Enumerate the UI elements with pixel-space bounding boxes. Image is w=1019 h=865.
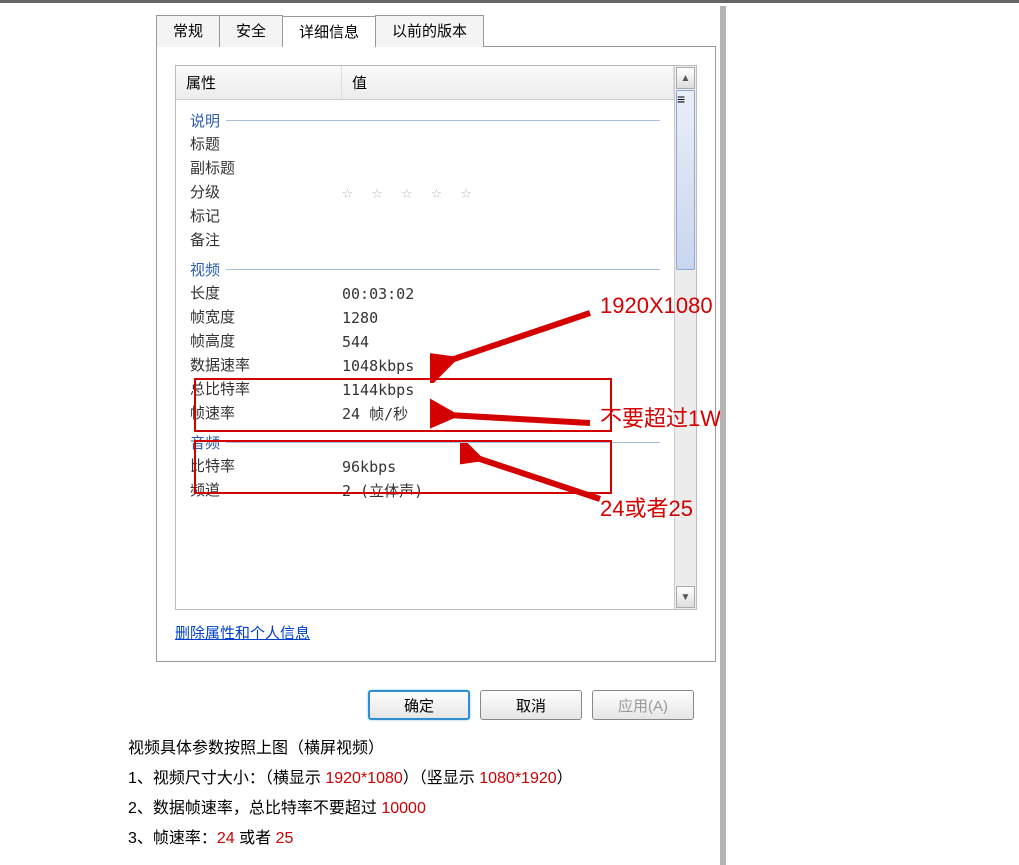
column-attribute[interactable]: 属性 bbox=[176, 66, 342, 99]
remove-properties-link[interactable]: 删除属性和个人信息 bbox=[175, 622, 310, 643]
group-description: 说明 bbox=[190, 104, 660, 133]
cancel-button[interactable]: 取消 bbox=[480, 690, 582, 720]
row-subtitle[interactable]: 副标题 bbox=[190, 157, 660, 181]
row-data-rate[interactable]: 数据速率1048kbps bbox=[190, 354, 660, 378]
annotation-resolution: 1920X1080 bbox=[600, 293, 713, 319]
row-audio-bitrate[interactable]: 比特率96kbps bbox=[190, 455, 660, 479]
row-length[interactable]: 长度00:03:02 bbox=[190, 282, 660, 306]
annotation-fps: 24或者25 bbox=[600, 491, 693, 523]
tab-details[interactable]: 详细信息 bbox=[282, 16, 376, 48]
caption-line3: 2、数据帧速率，总比特率不要超过 10000 bbox=[128, 794, 1019, 824]
caption-line4: 3、帧速率：24 或者 25 bbox=[128, 824, 1019, 854]
scrollbar: ▲ ≡ ▼ bbox=[674, 66, 696, 609]
row-total-bitrate[interactable]: 总比特率1144kbps bbox=[190, 378, 660, 402]
row-frame-width[interactable]: 帧宽度1280 bbox=[190, 306, 660, 330]
row-framerate[interactable]: 帧速率24 帧/秒 bbox=[190, 402, 660, 426]
row-comments[interactable]: 备注 bbox=[190, 229, 660, 253]
ok-button[interactable]: 确定 bbox=[368, 690, 470, 720]
group-video: 视频 bbox=[190, 253, 660, 282]
details-panel: 属性 值 说明 标题 副标题 分级☆ ☆ ☆ ☆ ☆ 标记 备注 视频 长度00… bbox=[156, 46, 716, 662]
scroll-thumb[interactable]: ≡ bbox=[676, 90, 695, 270]
scroll-down-button[interactable]: ▼ bbox=[676, 586, 695, 608]
row-tags[interactable]: 标记 bbox=[190, 205, 660, 229]
caption: 视频具体参数按照上图（横屏视频） 1、视频尺寸大小：（横显示 1920*1080… bbox=[128, 734, 1019, 854]
caption-line2: 1、视频尺寸大小：（横显示 1920*1080）（竖显示 1080*1920） bbox=[128, 764, 1019, 794]
tab-security[interactable]: 安全 bbox=[219, 15, 283, 47]
tab-general[interactable]: 常规 bbox=[156, 15, 220, 47]
dialog-button-bar: 确定 取消 应用(A) bbox=[128, 690, 694, 720]
screenshot-edge bbox=[720, 6, 726, 865]
scroll-up-button[interactable]: ▲ bbox=[676, 67, 695, 89]
row-rating[interactable]: 分级☆ ☆ ☆ ☆ ☆ bbox=[190, 181, 660, 205]
group-audio: 音频 bbox=[190, 426, 660, 455]
star-icon: ☆ ☆ ☆ ☆ ☆ bbox=[342, 182, 476, 203]
properties-tabs: 常规 安全 详细信息 以前的版本 bbox=[156, 15, 728, 47]
annotation-limit: 不要超过1W bbox=[600, 401, 721, 433]
column-headers: 属性 值 bbox=[176, 66, 674, 100]
properties-list: 属性 值 说明 标题 副标题 分级☆ ☆ ☆ ☆ ☆ 标记 备注 视频 长度00… bbox=[175, 65, 697, 610]
apply-button: 应用(A) bbox=[592, 690, 694, 720]
row-audio-channel[interactable]: 频道2 (立体声) bbox=[190, 479, 660, 503]
caption-line1: 视频具体参数按照上图（横屏视频） bbox=[128, 734, 1019, 764]
row-frame-height[interactable]: 帧高度544 bbox=[190, 330, 660, 354]
tab-previous-versions[interactable]: 以前的版本 bbox=[375, 15, 484, 47]
row-title[interactable]: 标题 bbox=[190, 133, 660, 157]
column-value[interactable]: 值 bbox=[342, 66, 674, 99]
